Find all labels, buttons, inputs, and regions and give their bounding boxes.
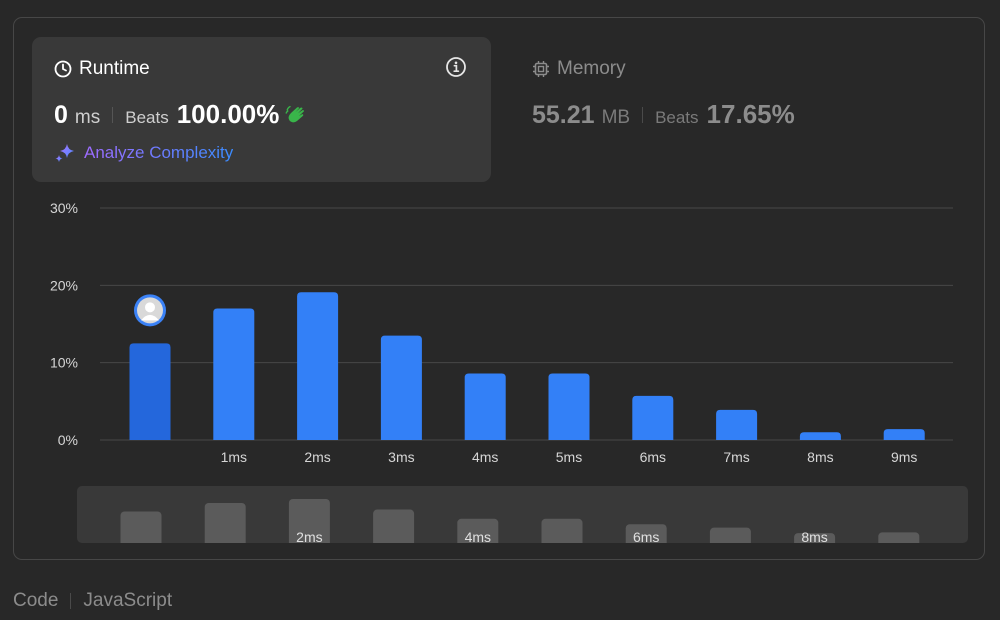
chart-bar[interactable] bbox=[297, 292, 339, 440]
x-tick-label: 9ms bbox=[891, 449, 917, 465]
runtime-metric: 0 ms Beats 100.00% bbox=[54, 99, 307, 130]
chart-bar[interactable] bbox=[380, 335, 422, 440]
memory-beats-label: Beats bbox=[655, 108, 699, 127]
memory-title[interactable]: Memory bbox=[532, 58, 626, 80]
runtime-title-label: Runtime bbox=[79, 58, 150, 79]
memory-metric: 55.21 MB Beats 17.65% bbox=[532, 99, 795, 130]
analyze-complexity-link[interactable]: Analyze Complexity bbox=[54, 142, 233, 164]
chart-bar[interactable] bbox=[799, 432, 841, 440]
minimap-bar bbox=[373, 509, 415, 543]
analyze-complexity-label: Analyze Complexity bbox=[84, 143, 234, 162]
memory-unit: MB bbox=[601, 107, 631, 128]
chart-bar[interactable] bbox=[464, 373, 506, 440]
footer-language-bar: Code JavaScript bbox=[13, 590, 172, 612]
runtime-beats-percent: 100.00% bbox=[176, 99, 280, 129]
runtime-title: Runtime bbox=[54, 58, 150, 80]
chart-bar[interactable] bbox=[213, 308, 255, 440]
user-avatar-marker bbox=[134, 294, 166, 327]
x-tick-label: 7ms bbox=[723, 449, 749, 465]
x-tick-label: 5ms bbox=[556, 449, 582, 465]
runtime-unit: ms bbox=[74, 107, 101, 128]
chart-bar[interactable] bbox=[716, 409, 758, 440]
y-tick-label: 20% bbox=[50, 277, 78, 293]
minimap-label: 6ms bbox=[633, 529, 659, 543]
chart-bar[interactable] bbox=[632, 395, 674, 440]
minimap-bars: 2ms 4ms 6ms 8ms bbox=[120, 499, 920, 543]
x-tick-label: 4ms bbox=[472, 449, 498, 465]
y-tick-label: 30% bbox=[50, 200, 78, 216]
chart-bar[interactable] bbox=[883, 429, 925, 440]
divider bbox=[112, 106, 114, 123]
chart-bar[interactable] bbox=[548, 373, 590, 440]
x-tick-label: 8ms bbox=[807, 449, 833, 465]
minimap-bar bbox=[878, 532, 920, 543]
x-tick-label: 2ms bbox=[304, 449, 330, 465]
minimap-bar bbox=[204, 502, 246, 543]
runtime-distribution-chart: 30% 20% 10% 0% 1ms 2ms 3ms 4ms 5ms 6ms 7ms 8ms 9ms bbox=[50, 200, 953, 465]
chart-minimap[interactable]: 2ms 4ms 6ms 8ms bbox=[77, 486, 968, 543]
x-tick-label: 1ms bbox=[221, 449, 247, 465]
minimap-label: 8ms bbox=[801, 529, 827, 543]
chart-bar[interactable] bbox=[129, 343, 171, 440]
avatar-head-icon bbox=[145, 302, 155, 313]
minimap-bar bbox=[541, 518, 583, 543]
runtime-card[interactable]: Runtime 0 ms Beats 100.00% Analyze Compl… bbox=[32, 37, 491, 182]
divider bbox=[70, 593, 72, 609]
clock-icon bbox=[54, 60, 72, 78]
clapping-hands-icon bbox=[285, 105, 305, 122]
memory-beats-percent: 17.65% bbox=[706, 99, 795, 129]
sparkle-icon bbox=[55, 144, 74, 162]
minimap-bar bbox=[120, 511, 162, 543]
y-tick-label: 0% bbox=[58, 432, 78, 448]
divider bbox=[642, 106, 644, 123]
code-label: Code bbox=[13, 590, 59, 611]
runtime-value: 0 bbox=[54, 101, 68, 129]
x-tick-label: 6ms bbox=[640, 449, 666, 465]
y-tick-label: 10% bbox=[50, 355, 78, 371]
minimap-label: 2ms bbox=[296, 529, 322, 543]
language-label[interactable]: JavaScript bbox=[83, 590, 172, 612]
minimap-bar bbox=[709, 527, 751, 543]
runtime-beats-label: Beats bbox=[125, 108, 169, 127]
x-tick-label: 3ms bbox=[388, 449, 414, 465]
memory-title-label: Memory bbox=[557, 58, 626, 79]
info-icon[interactable] bbox=[445, 56, 467, 78]
memory-value: 55.21 bbox=[532, 101, 595, 129]
chip-icon bbox=[533, 61, 549, 77]
minimap-label: 4ms bbox=[465, 529, 491, 543]
